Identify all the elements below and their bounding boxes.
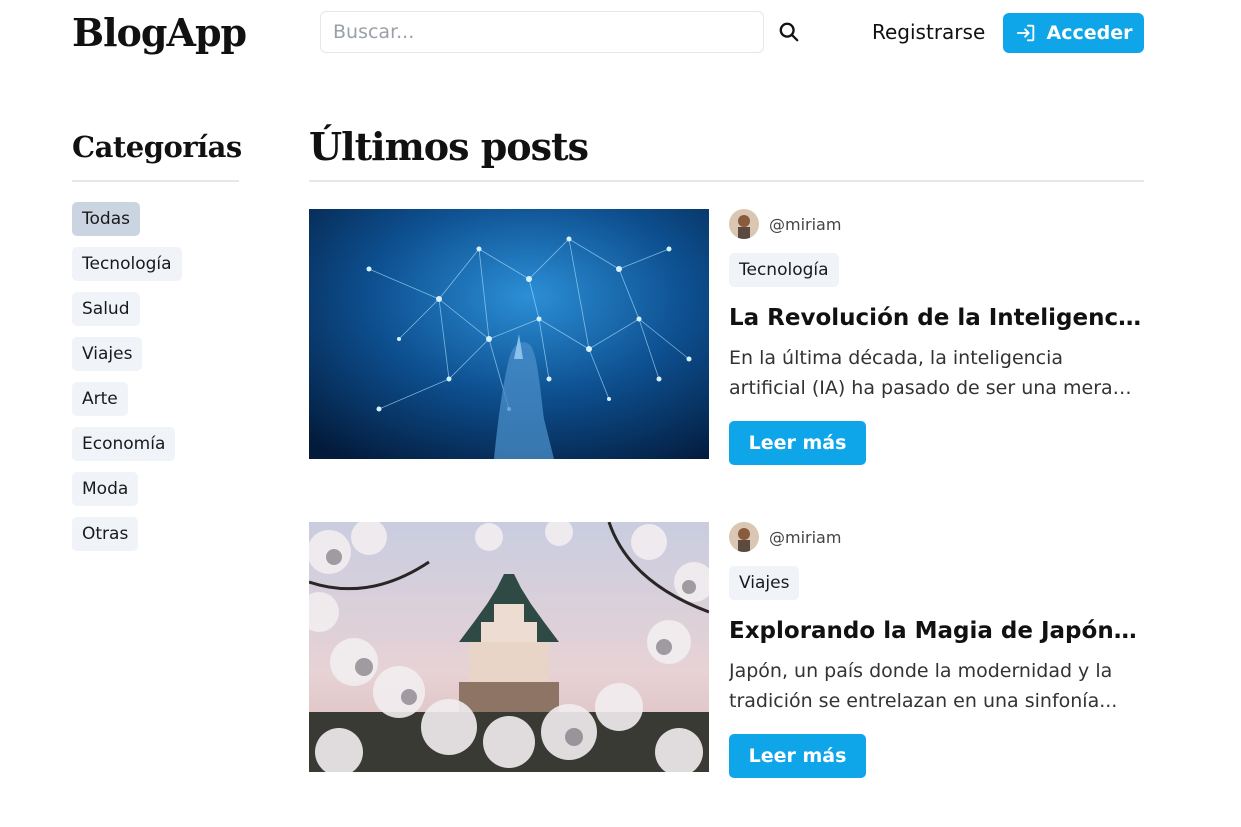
- login-button[interactable]: Acceder: [1003, 13, 1144, 53]
- category-economia[interactable]: Economía: [72, 427, 176, 461]
- japan-castle-image[interactable]: [309, 522, 709, 772]
- post-title[interactable]: Explorando la Magia de Japón: ...: [729, 618, 1144, 644]
- categories-divider: [72, 180, 239, 182]
- login-arrow-icon: [1016, 24, 1034, 42]
- post-excerpt: En la última década, la inteligencia art…: [729, 347, 1113, 399]
- category-todas[interactable]: Todas: [72, 202, 140, 236]
- category-moda[interactable]: Moda: [72, 472, 139, 506]
- post-body: @miriam Tecnología La Revolución de la I…: [729, 209, 1144, 465]
- page-title: Últimos posts: [309, 124, 589, 169]
- register-link[interactable]: Registrarse: [872, 20, 985, 44]
- category-viajes[interactable]: Viajes: [72, 337, 143, 371]
- read-more-button[interactable]: Leer más: [729, 421, 866, 465]
- search-icon: [779, 22, 799, 42]
- category-arte[interactable]: Arte: [72, 382, 128, 416]
- search-button[interactable]: [774, 17, 804, 47]
- app-logo[interactable]: BlogApp: [72, 10, 247, 55]
- page-title-divider: [309, 180, 1144, 182]
- avatar: [729, 522, 759, 552]
- post-author[interactable]: @miriam: [729, 522, 1144, 552]
- post-category-tag[interactable]: Viajes: [729, 566, 800, 600]
- read-more-button[interactable]: Leer más: [729, 734, 866, 778]
- search-input[interactable]: [320, 11, 764, 53]
- author-handle: @miriam: [769, 214, 842, 234]
- avatar: [729, 209, 759, 239]
- post-body: @miriam Viajes Explorando la Magia de Ja…: [729, 522, 1144, 778]
- category-salud[interactable]: Salud: [72, 292, 140, 326]
- categories-title: Categorías: [72, 130, 242, 164]
- post-title[interactable]: La Revolución de la Inteligencia Artific…: [729, 305, 1144, 331]
- post-card: @miriam Viajes Explorando la Magia de Ja…: [309, 522, 1144, 778]
- category-list: Todas Tecnología Salud Viajes Arte Econo…: [72, 202, 252, 562]
- post-excerpt: Japón, un país donde la modernidad y la …: [729, 660, 1118, 712]
- post-card: @miriam Tecnología La Revolución de la I…: [309, 209, 1144, 465]
- post-author[interactable]: @miriam: [729, 209, 1144, 239]
- category-otras[interactable]: Otras: [72, 517, 139, 551]
- ai-network-image[interactable]: [309, 209, 709, 459]
- category-tecnologia[interactable]: Tecnología: [72, 247, 182, 281]
- login-label: Acceder: [1046, 22, 1133, 44]
- author-handle: @miriam: [769, 527, 842, 547]
- post-category-tag[interactable]: Tecnología: [729, 253, 839, 287]
